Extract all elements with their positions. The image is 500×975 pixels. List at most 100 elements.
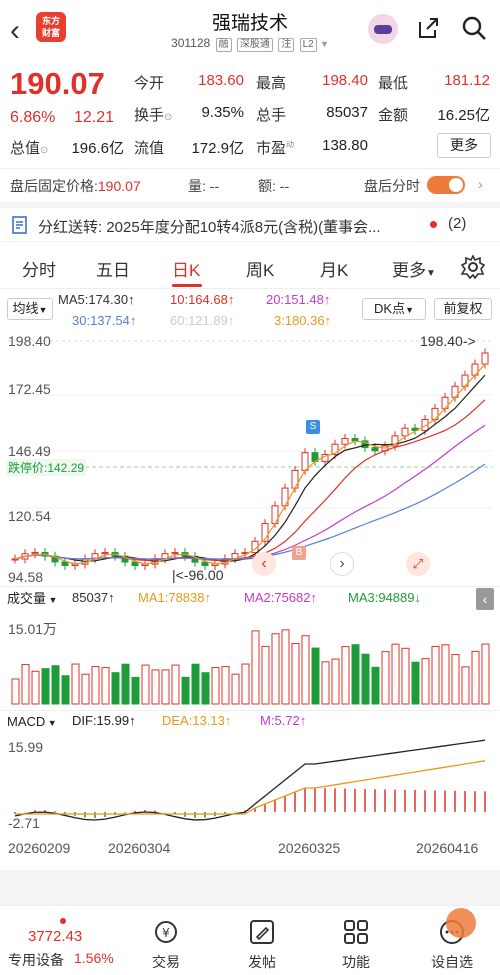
volume-bar [321,661,330,705]
search-icon[interactable] [460,14,488,42]
chevron-right-icon[interactable]: › [330,552,354,576]
active-tab-indicator [172,284,202,287]
expand-icon[interactable]: ⤢ [406,552,430,576]
volume-chart[interactable] [0,612,500,708]
tab-daily-k[interactable]: 日K [172,256,200,281]
candle-body [61,561,69,566]
tab-weekly-k[interactable]: 周K [246,256,274,281]
adjust-selector[interactable]: 前复权 [434,298,492,320]
volume-bar [231,673,240,705]
volume-bar [101,667,110,705]
volume-bar [411,661,420,705]
ma30-value: 30:137.54↑ [72,313,137,328]
after-hours-price: 盘后固定价格:190.07 [10,178,141,194]
volume-bar [251,630,260,705]
ma3-value: 3:180.36↑ [274,313,332,328]
volume-bar [471,650,480,705]
chevron-down-icon[interactable]: ▼ [320,39,329,49]
share-icon[interactable] [416,16,440,40]
date-label-3: 20260325 [278,840,341,856]
assistant-avatar-icon[interactable] [368,14,398,44]
price-axis-2: 172.45 [8,381,51,397]
nav-trade[interactable]: 交易 [136,952,196,972]
settings-gear-icon[interactable] [460,254,486,280]
change-amount: 12.21 [74,109,115,126]
notice-banner[interactable]: 分红送转: 2025年度分配10转4派8元(含税)(董事会... (2) [0,202,500,242]
trade-icon[interactable]: ¥ [152,918,180,946]
post-icon[interactable] [248,918,276,946]
macd-dea: DEA:13.13↑ [162,713,232,728]
buy-signal-badge[interactable]: B [292,546,306,560]
index-value[interactable]: 3772.43 [28,928,82,945]
ma-selector[interactable]: 均线▼ [7,298,53,320]
after-hours-toggle[interactable] [427,176,465,194]
panel-collapse-icon[interactable]: ‹ [476,588,494,610]
volume-bar [431,645,440,705]
moving-average-line [14,424,486,560]
volume-value: 85037↑ [72,590,115,605]
tab-monthly-k[interactable]: 月K [320,256,348,281]
price-axis-3: 146.49 [8,443,51,459]
sell-signal-badge[interactable]: S [306,420,320,434]
volume-bar [371,666,380,705]
volume-bar [331,658,340,705]
macd-chart[interactable] [0,734,500,834]
volume-bar [11,678,20,705]
nav-add-watchlist[interactable]: 设自选 [422,952,482,972]
volume-bar [41,668,50,705]
macd-selector[interactable]: MACD ▼ [7,712,71,732]
volume-bar [281,629,290,705]
tab-intraday[interactable]: 分时 [22,256,56,281]
volume-bar [201,672,210,705]
floating-assistant-button[interactable] [446,908,476,938]
chevron-left-icon[interactable]: ‹ [252,552,276,576]
notice-text: 分红送转: 2025年度分配10转4派8元(含税)(董事会... [38,219,381,236]
volume-bar [241,663,250,705]
volume-bar [361,653,370,705]
index-name[interactable]: 专用设备 [8,950,64,970]
ma10-value: 10:164.68↑ [170,292,235,307]
volume-bar [451,654,460,705]
after-hours-amount: 额: -- [258,178,290,194]
pe-value: 138.80 [322,137,368,154]
float-value: 172.9亿 [191,140,244,157]
ma20-value: 20:151.48↑ [266,292,331,307]
dk-point-selector[interactable]: DK点▼ [362,298,426,320]
separator-band [0,870,500,906]
chevron-right-icon[interactable]: › [478,176,483,192]
volume-bar [271,633,280,705]
volume-bar [401,647,410,705]
volume-bar [311,647,320,705]
macd-m: M:5.72↑ [260,713,307,728]
amount-label: 金额 [378,107,409,124]
more-quote-button[interactable]: 更多 [437,133,491,158]
volume-bar [51,665,60,705]
volume-selector[interactable]: 成交量 ▼ [7,589,71,609]
nav-function[interactable]: 功能 [326,952,386,972]
volume-ma3: MA3:94889↓ [348,590,421,605]
nav-post[interactable]: 发帖 [232,952,292,972]
volume-bar [381,651,390,705]
volume-bar [31,670,40,705]
volume-bar [131,676,140,705]
price-axis-bottom: 94.58 [8,569,44,585]
low-value: 181.12 [444,72,490,89]
function-grid-icon[interactable] [342,918,370,946]
volume-bar [211,667,220,705]
volume-bar [441,644,450,705]
volume-bar [221,666,230,705]
divider [0,288,500,289]
turnover-label: 换手⊙ [134,107,173,124]
volume-bar [171,664,180,705]
tab-five-day[interactable]: 五日 [96,256,130,281]
volume-bar [351,644,360,705]
price-axis-4: 120.54 [8,508,51,524]
volume-ma1: MA1:78838↑ [138,590,211,605]
date-label-4: 20260416 [416,840,479,856]
volume-bar [161,669,170,705]
candle-body [171,552,179,555]
tab-more[interactable]: 更多▼ [392,256,436,281]
volume-bar [91,666,100,705]
kline-chart[interactable] [0,328,500,584]
svg-text:¥: ¥ [162,926,170,940]
